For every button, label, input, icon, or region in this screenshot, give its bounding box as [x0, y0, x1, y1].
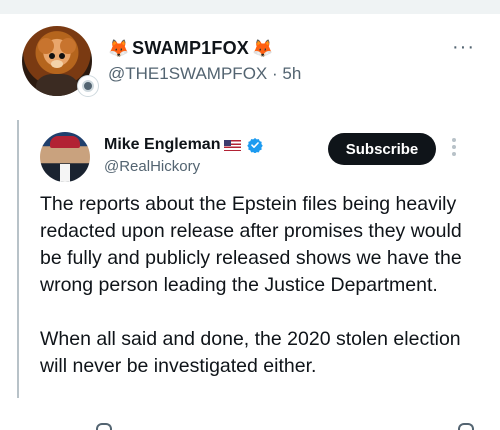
more-options-icon[interactable]: ···: [452, 36, 475, 59]
quoted-author-avatar[interactable]: [40, 132, 90, 182]
top-divider-strip: [0, 0, 500, 14]
quote-more-options-icon[interactable]: [452, 138, 458, 156]
quoted-tweet-text: The reports about the Epstein files bein…: [40, 193, 462, 377]
avatar-ear: [60, 38, 76, 54]
share-icon[interactable]: [458, 423, 474, 430]
us-flag-icon: [224, 139, 242, 151]
quoted-author-display-name[interactable]: Mike Engleman: [104, 136, 220, 154]
quoted-author-name-row[interactable]: Mike Engleman: [104, 136, 264, 154]
author-display-name[interactable]: SWAMP1FOX: [132, 38, 249, 59]
avatar-ear: [38, 38, 54, 54]
avatar-eye: [49, 53, 55, 59]
quote-border-line: [17, 120, 19, 398]
meta-separator: ·: [272, 64, 278, 83]
subscribe-button[interactable]: Subscribe: [328, 133, 436, 165]
avatar-body: [36, 74, 78, 96]
avatar-snout: [51, 60, 63, 68]
avatar-shirt: [60, 164, 70, 182]
reply-icon[interactable]: [96, 423, 112, 430]
fox-emoji-icon: 🦊: [108, 38, 130, 58]
avatar-badge-icon: [78, 76, 98, 96]
author-name-row[interactable]: 🦊 SWAMP1FOX 🦊: [108, 38, 273, 59]
verified-badge-icon: [247, 138, 264, 153]
avatar-eye: [59, 53, 65, 59]
action-bar: [0, 421, 500, 430]
quoted-author-handle[interactable]: @RealHickory: [104, 158, 200, 175]
author-handle[interactable]: @THE1SWAMPFOX: [108, 64, 267, 83]
avatar-cap: [50, 136, 80, 148]
post-timestamp[interactable]: 5h: [282, 64, 301, 83]
author-meta: @THE1SWAMPFOX · 5h: [108, 64, 301, 84]
fox-emoji-icon: 🦊: [252, 38, 274, 58]
